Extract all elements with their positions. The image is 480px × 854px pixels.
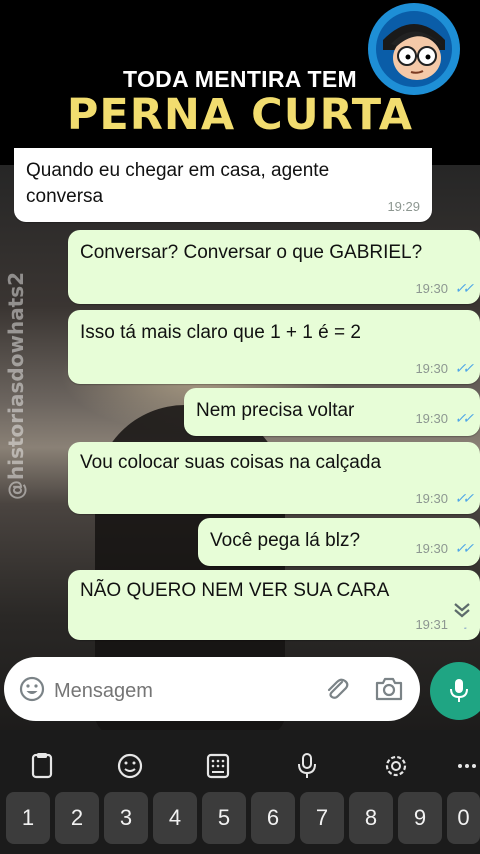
key-8[interactable]: 8 <box>349 792 393 844</box>
key-2[interactable]: 2 <box>55 792 99 844</box>
double-check-icon: ✓✓ <box>454 490 475 506</box>
voice-record-button[interactable] <box>430 662 480 720</box>
double-check-icon: ✓✓ <box>454 360 475 376</box>
key-0[interactable]: 0 <box>447 792 480 844</box>
message-text-line: conversa <box>26 186 104 207</box>
mic-icon[interactable] <box>287 746 327 786</box>
mascot-logo <box>368 3 460 95</box>
message-bubble-outgoing[interactable]: Conversar? Conversar o que GABRIEL? 19:3… <box>68 230 480 304</box>
message-time: 19:30 <box>415 541 448 556</box>
key-5[interactable]: 5 <box>202 792 246 844</box>
title-banner: TODA MENTIRA TEM PERNA CURTA <box>0 0 480 165</box>
double-chevron-down-icon[interactable] <box>450 598 474 622</box>
settings-icon[interactable] <box>376 746 416 786</box>
message-time: 19:29 <box>387 199 420 214</box>
double-check-icon: ✓✓ <box>454 410 475 426</box>
clipboard-icon[interactable] <box>22 746 62 786</box>
message-bubble-outgoing[interactable]: Você pega lá blz? 19:30 ✓✓ <box>198 518 480 566</box>
double-check-icon: ✓✓ <box>454 280 475 296</box>
message-text: Isso tá mais claro que 1 + 1 é = 2 <box>80 322 361 343</box>
key-1[interactable]: 1 <box>6 792 50 844</box>
key-9[interactable]: 9 <box>398 792 442 844</box>
key-6[interactable]: 6 <box>251 792 295 844</box>
watermark: @historiasdowhats2 <box>4 271 28 500</box>
message-text-line: Quando eu chegar em casa, agente <box>26 160 330 181</box>
emoji-icon[interactable] <box>18 675 46 703</box>
camera-icon[interactable] <box>374 675 404 703</box>
message-text: Nem precisa voltar <box>196 400 355 421</box>
keypad-icon[interactable] <box>198 746 238 786</box>
message-bubble-outgoing[interactable]: NÃO QUERO NEM VER SUA CARA 19:31 ·· <box>68 570 480 640</box>
emoji-icon[interactable] <box>110 746 150 786</box>
more-icon[interactable] <box>452 746 480 786</box>
key-4[interactable]: 4 <box>153 792 197 844</box>
message-time: 19:30 <box>415 281 448 296</box>
message-text: Você pega lá blz? <box>210 530 361 551</box>
mic-icon <box>450 679 468 702</box>
key-7[interactable]: 7 <box>300 792 344 844</box>
message-time: 19:31 <box>415 617 448 632</box>
message-text: NÃO QUERO NEM VER SUA CARA <box>80 580 390 601</box>
message-input[interactable] <box>52 672 316 710</box>
message-text: Conversar? Conversar o que GABRIEL? <box>80 242 423 263</box>
message-bubble-outgoing[interactable]: Vou colocar suas coisas na calçada 19:30… <box>68 442 480 514</box>
message-time: 19:30 <box>415 361 448 376</box>
message-bubble-outgoing[interactable]: Nem precisa voltar 19:30 ✓✓ <box>184 388 480 436</box>
key-3[interactable]: 3 <box>104 792 148 844</box>
message-text: Vou colocar suas coisas na calçada <box>80 452 382 473</box>
double-check-icon: ✓✓ <box>454 540 475 556</box>
message-bubble-outgoing[interactable]: Isso tá mais claro que 1 + 1 é = 2 19:30… <box>68 310 480 384</box>
paperclip-icon[interactable] <box>322 674 352 704</box>
message-time: 19:30 <box>415 491 448 506</box>
message-bubble-incoming[interactable]: Quando eu chegar em casa, agente convers… <box>14 148 432 222</box>
message-time: 19:30 <box>415 411 448 426</box>
